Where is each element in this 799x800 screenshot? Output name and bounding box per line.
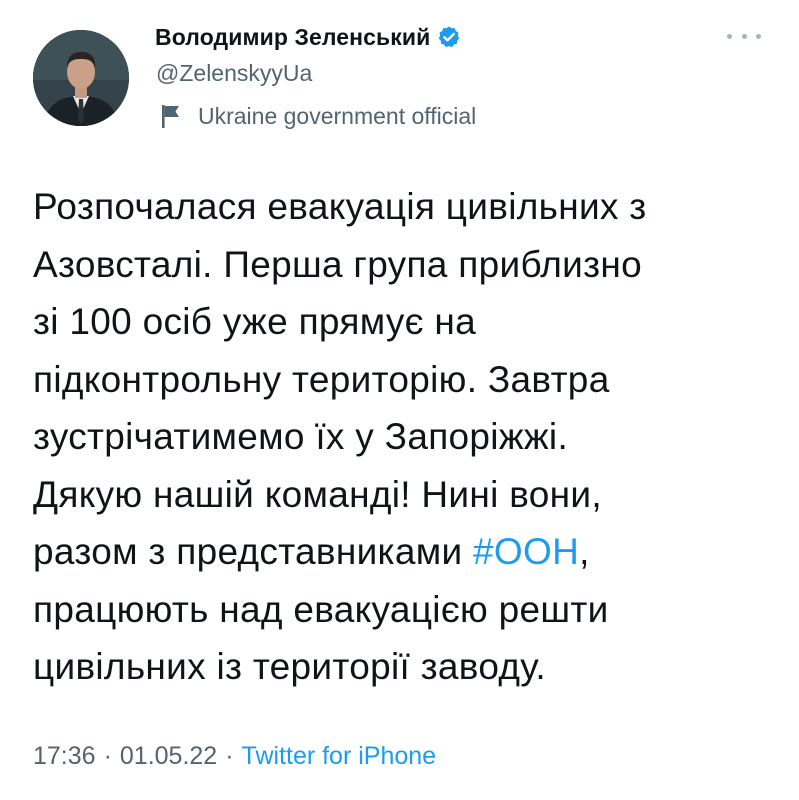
display-name[interactable]: Володимир Зеленський <box>155 24 430 51</box>
tweet-source-link[interactable]: Twitter for iPhone <box>242 742 437 771</box>
author-handle[interactable]: @ZelenskyyUa <box>156 60 312 87</box>
more-options-button[interactable] <box>727 26 761 46</box>
verified-badge-icon <box>437 25 461 49</box>
tweet-text-line-with-hashtag: разом з представниками #ООН, <box>33 523 773 581</box>
government-label[interactable]: Ukraine government official <box>160 101 476 131</box>
more-dot-icon <box>741 33 747 39</box>
tweet-text-line: працюють над евакуацією решти <box>33 588 609 630</box>
tweet-text-line: цивільних із території заводу. <box>33 646 546 687</box>
tweet-text-segment: , <box>579 531 590 572</box>
tweet-text-segment: разом з представниками <box>33 531 474 572</box>
tweet-text-line: підконтрольну територію. Завтра <box>33 358 610 400</box>
tweet-card: Володимир Зеленський @ZelenskyyUa Ukrain… <box>0 0 799 800</box>
government-label-text: Ukraine government official <box>198 102 477 129</box>
tweet-text-line: Азовсталі. Перша група приблизно <box>33 243 643 285</box>
tweet-metadata: 17:36 · 01.05.22 · Twitter for iPhone <box>33 742 436 771</box>
tweet-text-line: Дякую нашій команді! Нині вони, <box>33 473 602 515</box>
tweet-text: Розпочалася евакуація цивільних з Азовст… <box>33 178 773 696</box>
tweet-date[interactable]: 01.05.22 <box>120 742 217 771</box>
meta-separator: · <box>225 742 234 770</box>
avatar[interactable] <box>33 30 129 126</box>
avatar-portrait-icon <box>33 30 129 126</box>
more-dot-icon <box>727 33 732 39</box>
meta-separator: · <box>103 742 112 770</box>
more-dot-icon <box>756 33 761 39</box>
flag-icon <box>160 103 182 129</box>
author-name-row: Володимир Зеленський <box>155 22 461 52</box>
tweet-time[interactable]: 17:36 <box>33 742 96 771</box>
tweet-text-line: Розпочалася евакуація цивільних з <box>33 186 647 227</box>
tweet-text-line: зі 100 осіб уже прямує на <box>33 301 477 342</box>
hashtag-link[interactable]: #ООН <box>473 531 579 572</box>
tweet-text-line: зустрічатимемо їх у Запоріжжі. <box>33 416 569 457</box>
